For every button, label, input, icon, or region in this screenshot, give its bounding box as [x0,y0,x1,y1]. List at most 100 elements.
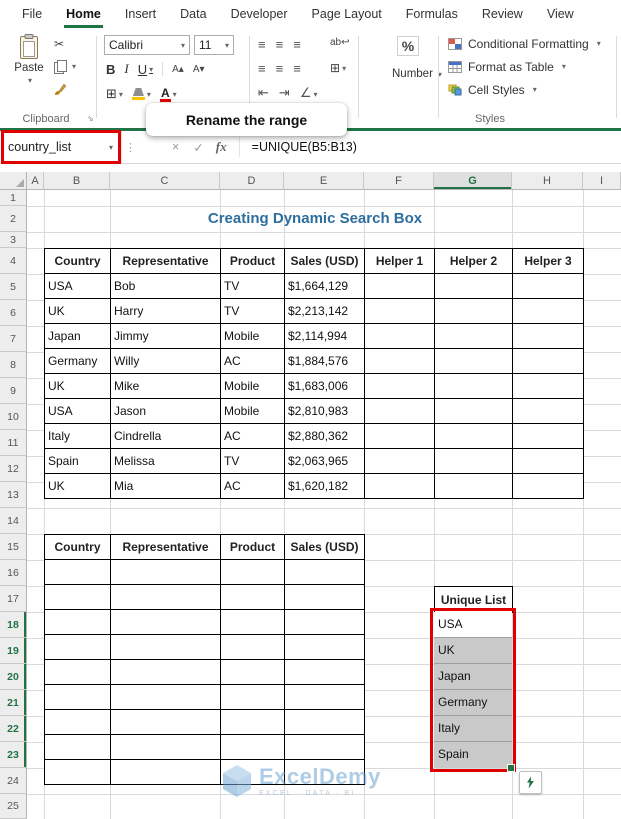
cell[interactable]: Mike [110,373,221,399]
worksheet-title[interactable]: Creating Dynamic Search Box [80,206,550,232]
cell[interactable] [44,584,111,610]
column-header-I[interactable]: I [583,172,621,190]
row-header-18[interactable]: 18 [0,612,27,638]
cell[interactable] [512,473,584,499]
cell[interactable] [220,609,285,635]
cell[interactable] [110,734,221,760]
cell[interactable] [364,398,435,424]
tab-file[interactable]: File [10,0,54,28]
row-header-7[interactable]: 7 [0,326,27,352]
cell[interactable]: TV [220,448,285,474]
fill-handle[interactable] [507,764,515,772]
cell[interactable]: Jason [110,398,221,424]
cell[interactable] [110,709,221,735]
cell[interactable] [284,734,365,760]
cell[interactable] [220,709,285,735]
tab-review[interactable]: Review [470,0,535,28]
cell[interactable] [434,298,513,324]
cell[interactable]: USA [44,273,111,299]
paste-button[interactable]: Paste ▾ [8,34,50,104]
unique-list-header[interactable]: Unique List [434,586,513,613]
enter-icon[interactable]: ✓ [193,140,203,155]
header-cell-helper-2[interactable]: Helper 2 [434,248,513,274]
cell[interactable] [220,559,285,585]
quick-analysis-button[interactable] [519,771,542,794]
unique-list-item-germany[interactable]: Germany [434,690,512,716]
cell[interactable] [512,448,584,474]
cell[interactable] [284,684,365,710]
cell[interactable]: $1,620,182 [284,473,365,499]
font-color-button[interactable]: A ▾ [159,87,177,102]
cell[interactable]: TV [220,273,285,299]
cell[interactable] [364,448,435,474]
cell[interactable]: Mobile [220,398,285,424]
tab-view[interactable]: View [535,0,586,28]
increase-indent-button[interactable]: ⇥ [279,85,290,101]
cell[interactable]: Germany [44,348,111,374]
tab-formulas[interactable]: Formulas [394,0,470,28]
cell[interactable] [512,348,584,374]
row-header-12[interactable]: 12 [0,456,27,482]
row-header-22[interactable]: 22 [0,716,27,742]
header-cell-country[interactable]: Country [44,534,111,560]
cell[interactable]: AC [220,473,285,499]
column-header-A[interactable]: A [27,172,44,190]
row-header-5[interactable]: 5 [0,274,27,300]
row-header-21[interactable]: 21 [0,690,27,716]
cell[interactable] [364,373,435,399]
cell[interactable] [220,659,285,685]
number-format-dropdown[interactable]: Number ▾ [392,68,442,80]
cell[interactable] [220,684,285,710]
cell[interactable] [512,398,584,424]
copy-button[interactable]: ▾ [54,57,76,76]
cell[interactable] [364,423,435,449]
cell[interactable]: $2,114,994 [284,323,365,349]
cell-styles-button[interactable]: Cell Styles ▾ [448,80,601,99]
header-cell-sales-usd-[interactable]: Sales (USD) [284,534,365,560]
cell[interactable]: USA [44,398,111,424]
cell[interactable] [110,684,221,710]
cell[interactable]: $1,884,576 [284,348,365,374]
cell[interactable] [284,659,365,685]
cell[interactable]: Willy [110,348,221,374]
cell[interactable] [364,473,435,499]
row-header-16[interactable]: 16 [0,560,27,586]
cell[interactable] [364,273,435,299]
cell[interactable] [110,559,221,585]
unique-list-item-japan[interactable]: Japan [434,664,512,690]
column-header-D[interactable]: D [220,172,284,190]
unique-list-item-usa[interactable]: USA [434,612,512,638]
cell[interactable] [434,423,513,449]
cell[interactable] [44,659,111,685]
header-cell-helper-3[interactable]: Helper 3 [512,248,584,274]
cell[interactable]: UK [44,298,111,324]
header-cell-country[interactable]: Country [44,248,111,274]
tab-home[interactable]: Home [54,0,113,28]
cell[interactable] [434,373,513,399]
cell[interactable]: Mobile [220,323,285,349]
cell[interactable] [284,634,365,660]
cell[interactable]: Jimmy [110,323,221,349]
orientation-button[interactable]: ∠ ▾ [300,85,318,101]
unique-list-item-spain[interactable]: Spain [434,742,512,768]
cell[interactable] [110,634,221,660]
unique-list-item-uk[interactable]: UK [434,638,512,664]
clipboard-dialog-launcher-icon[interactable]: ⇘ [87,114,94,123]
bold-button[interactable]: B [106,62,115,77]
decrease-indent-button[interactable]: ⇤ [258,85,269,101]
row-header-4[interactable]: 4 [0,248,27,274]
cell[interactable]: $1,664,129 [284,273,365,299]
increase-font-size-button[interactable]: A▴ [172,64,184,75]
row-header-9[interactable]: 9 [0,378,27,404]
align-right-button[interactable]: ≡ [293,61,301,76]
italic-button[interactable]: I [124,61,128,77]
cell[interactable]: Italy [44,423,111,449]
fill-color-button[interactable]: ▾ [131,88,151,100]
cell[interactable] [284,584,365,610]
row-header-3[interactable]: 3 [0,232,27,248]
conditional-formatting-button[interactable]: Conditional Formatting ▾ [448,34,601,53]
cell[interactable] [110,584,221,610]
decrease-font-size-button[interactable]: A▾ [193,64,205,75]
cell[interactable] [44,684,111,710]
cell[interactable] [220,634,285,660]
